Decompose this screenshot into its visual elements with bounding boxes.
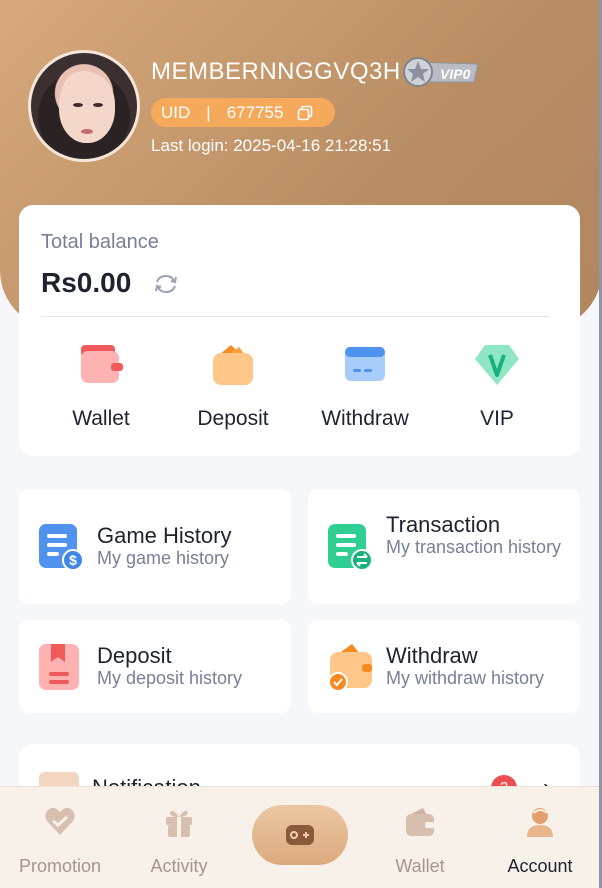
tab-promotion-label: Promotion: [18, 856, 102, 876]
tab-games-center-button[interactable]: [252, 805, 348, 865]
avatar[interactable]: [28, 50, 140, 162]
tab-wallet-label: Wallet: [395, 856, 445, 876]
tab-promotion[interactable]: Promotion: [5, 805, 115, 877]
withdraw-history-icon: [328, 644, 372, 692]
vip-icon: [475, 345, 519, 385]
gift-icon: [166, 810, 192, 837]
wallet-label: Wallet: [72, 407, 130, 430]
transaction-card[interactable]: Transaction My transaction history: [308, 489, 580, 604]
vip-badge-text: VIP0: [440, 66, 471, 82]
balance-divider: [41, 316, 549, 317]
deposit-button[interactable]: Deposit: [173, 343, 293, 431]
copy-icon[interactable]: [297, 105, 313, 121]
withdraw-history-subtitle: My withdraw history: [386, 668, 545, 688]
deposit-history-subtitle: My deposit history: [97, 668, 243, 688]
withdraw-button[interactable]: Withdraw: [305, 343, 425, 431]
svg-text:$: $: [69, 552, 77, 568]
uid-value: 677755: [226, 102, 284, 122]
deposit-history-title: Deposit: [97, 643, 172, 668]
transaction-subtitle: My transaction history: [386, 537, 562, 557]
deposit-history-icon: [39, 644, 79, 690]
withdraw-label: Withdraw: [321, 407, 409, 430]
last-login: Last login: 2025-04-16 21:28:51: [151, 136, 392, 155]
vip-level-badge: VIP0: [403, 57, 479, 87]
game-history-title: Game History: [97, 523, 232, 548]
game-history-subtitle: My game history: [97, 548, 230, 568]
tab-wallet[interactable]: Wallet: [365, 805, 475, 877]
balance-amount: Rs0.00: [41, 267, 132, 298]
tab-activity[interactable]: Activity: [124, 805, 234, 877]
withdraw-history-title: Withdraw: [386, 643, 478, 668]
wallet-tab-icon: [406, 808, 434, 836]
vip-label: VIP: [480, 407, 514, 430]
tab-account[interactable]: Account: [485, 805, 595, 877]
game-history-icon: $: [39, 524, 84, 571]
wallet-button[interactable]: Wallet: [41, 343, 161, 431]
vip-button[interactable]: VIP: [437, 343, 557, 431]
gamepad-icon: [286, 825, 314, 845]
bottom-tab-bar: Promotion Activity Wallet Account: [0, 786, 599, 888]
wallet-icon: [81, 345, 123, 383]
transaction-icon: [328, 524, 373, 571]
uid-pill: UID | 677755: [151, 98, 335, 127]
uid-label: UID: [161, 102, 191, 122]
account-icon: [527, 808, 553, 837]
username: MEMBERNNGGVQ3H: [151, 58, 401, 85]
withdraw-history-card[interactable]: Withdraw My withdraw history: [308, 620, 580, 713]
total-balance-label: Total balance: [41, 231, 159, 253]
balance-card: Total balance Rs0.00 Wallet Deposit With…: [19, 205, 580, 456]
avatar-lips: [81, 129, 93, 134]
tab-activity-label: Activity: [150, 856, 208, 876]
deposit-label: Deposit: [197, 407, 269, 430]
avatar-eye-right: [93, 103, 103, 107]
deposit-icon: [213, 345, 253, 385]
transaction-title: Transaction: [386, 512, 501, 537]
game-history-card[interactable]: $ Game History My game history: [19, 489, 291, 604]
promotion-icon: [45, 807, 75, 835]
refresh-icon[interactable]: [153, 273, 179, 295]
withdraw-icon: [345, 347, 385, 381]
uid-separator: |: [206, 102, 211, 122]
deposit-history-card[interactable]: Deposit My deposit history: [19, 620, 291, 713]
avatar-eye-left: [73, 103, 83, 107]
tab-account-label: Account: [507, 856, 573, 876]
